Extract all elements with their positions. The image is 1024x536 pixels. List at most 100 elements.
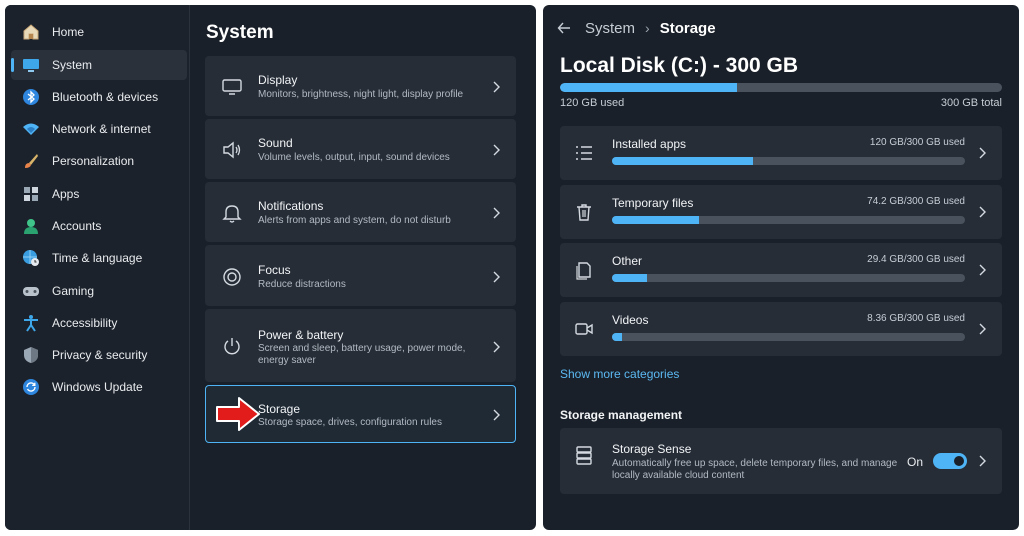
wifi-icon — [22, 120, 40, 138]
storage-sense-toggle[interactable] — [933, 453, 967, 469]
breadcrumb-system[interactable]: System — [585, 20, 635, 37]
page-title: System — [206, 22, 274, 43]
setting-card-power-battery[interactable]: Power & battery Screen and sleep, batter… — [205, 309, 516, 382]
card-title: Display — [258, 73, 298, 87]
apps-icon — [22, 185, 40, 203]
sidebar-item-gaming[interactable]: Gaming — [11, 276, 187, 306]
chevron-right-icon — [491, 341, 501, 353]
storage-sense-title: Storage Sense — [612, 442, 692, 456]
sidebar-item-apps[interactable]: Apps — [11, 179, 187, 209]
chevron-right-icon — [977, 323, 987, 335]
toggle-knob — [954, 456, 964, 466]
category-installed-apps[interactable]: Installed apps 120 GB/300 GB used — [560, 126, 1002, 180]
setting-card-display[interactable]: Display Monitors, brightness, night ligh… — [205, 56, 516, 116]
card-title: Sound — [258, 136, 293, 150]
focus-icon — [220, 265, 244, 289]
person-icon — [22, 217, 40, 235]
sidebar-item-label: Apps — [52, 187, 80, 201]
category-name: Temporary files — [612, 196, 694, 210]
category-usage-bar — [612, 333, 965, 341]
card-title: Focus — [258, 263, 291, 277]
file-icon — [574, 260, 596, 282]
category-usage-bar — [612, 157, 965, 165]
category-name: Installed apps — [612, 137, 687, 151]
sidebar-item-privacy[interactable]: Privacy & security — [11, 340, 187, 370]
chevron-right-icon — [491, 144, 501, 156]
sidebar-item-windows-update[interactable]: Windows Update — [11, 372, 187, 402]
setting-card-notifications[interactable]: Notifications Alerts from apps and syste… — [205, 182, 516, 242]
breadcrumb: System › Storage — [557, 19, 716, 37]
storage-sense-card[interactable]: Storage Sense Automatically free up spac… — [560, 428, 1002, 494]
power-icon — [220, 334, 244, 358]
show-more-categories-link[interactable]: Show more categories — [560, 367, 679, 381]
home-icon — [22, 23, 40, 41]
settings-system-window: Home System Bluetooth & devices Network … — [5, 5, 536, 530]
category-size: 29.4 GB/300 GB used — [867, 254, 965, 265]
chevron-right-icon — [491, 409, 501, 421]
gamepad-icon — [22, 282, 40, 300]
category-usage-bar — [612, 274, 965, 282]
sidebar-item-label: Windows Update — [52, 380, 143, 394]
breadcrumb-separator-icon: › — [645, 20, 650, 36]
category-name: Videos — [612, 313, 649, 327]
disk-usage-fill — [560, 83, 737, 92]
sidebar-item-label: Home — [52, 25, 85, 39]
sidebar-item-label: Personalization — [52, 154, 135, 168]
category-size: 74.2 GB/300 GB used — [867, 196, 965, 207]
storage-settings-window: System › Storage Local Disk (C:) - 300 G… — [543, 5, 1019, 530]
card-description: Volume levels, output, input, sound devi… — [258, 152, 450, 163]
brush-icon — [22, 152, 40, 170]
bluetooth-icon — [22, 88, 40, 106]
storage-drive-icon — [574, 445, 596, 467]
sidebar-item-personalization[interactable]: Personalization — [11, 146, 187, 176]
sidebar-item-accessibility[interactable]: Accessibility — [11, 308, 187, 338]
disk-title: Local Disk (C:) - 300 GB — [560, 54, 799, 77]
shield-icon — [22, 346, 40, 364]
setting-card-sound[interactable]: Sound Volume levels, output, input, soun… — [205, 119, 516, 179]
sidebar-item-bluetooth[interactable]: Bluetooth & devices — [11, 82, 187, 112]
chevron-right-icon — [977, 264, 987, 276]
list-icon — [574, 143, 596, 165]
category-size: 8.36 GB/300 GB used — [867, 313, 965, 324]
card-title: Storage — [258, 402, 301, 416]
storage-management-header: Storage management — [560, 408, 683, 422]
card-description: Reduce distractions — [258, 279, 346, 290]
sidebar-item-label: Accessibility — [52, 316, 118, 330]
sidebar-item-network[interactable]: Network & internet — [11, 114, 187, 144]
setting-card-focus[interactable]: Focus Reduce distractions — [205, 245, 516, 306]
sidebar-item-system[interactable]: System — [11, 50, 187, 80]
disk-usage-bar — [560, 83, 1002, 92]
sidebar-item-accounts[interactable]: Accounts — [11, 211, 187, 241]
category-size: 120 GB/300 GB used — [869, 137, 965, 148]
sidebar-item-label: Time & language — [52, 251, 143, 265]
category-temporary-files[interactable]: Temporary files 74.2 GB/300 GB used — [560, 185, 1002, 239]
card-title: Power & battery — [258, 328, 344, 342]
update-icon — [22, 378, 40, 396]
chevron-right-icon — [977, 147, 987, 159]
card-description: Alerts from apps and system, do not dist… — [258, 215, 451, 226]
category-name: Other — [612, 254, 643, 268]
card-description: Storage space, drives, configuration rul… — [258, 417, 442, 428]
back-arrow-icon[interactable] — [557, 21, 571, 35]
card-title: Notifications — [258, 199, 324, 213]
accessibility-icon — [22, 314, 40, 332]
card-description: Monitors, brightness, night light, displ… — [258, 89, 464, 100]
display-icon — [220, 75, 244, 99]
category-usage-fill — [612, 157, 754, 165]
sidebar-item-label: Network & internet — [52, 122, 151, 136]
chevron-right-icon — [977, 206, 987, 218]
category-videos[interactable]: Videos 8.36 GB/300 GB used — [560, 302, 1002, 356]
breadcrumb-storage: Storage — [659, 19, 716, 37]
trash-icon — [574, 202, 596, 224]
arrow-pointer-icon — [215, 396, 261, 432]
category-usage-fill — [612, 333, 622, 341]
category-usage-bar — [612, 216, 965, 224]
sidebar-item-home[interactable]: Home — [11, 17, 187, 47]
card-description: Screen and sleep, battery usage, power m… — [258, 343, 466, 366]
speaker-icon — [220, 138, 244, 162]
chevron-right-icon — [491, 271, 501, 283]
sidebar-item-time-language[interactable]: Time & language — [11, 243, 187, 273]
category-usage-fill — [612, 274, 647, 282]
category-other[interactable]: Other 29.4 GB/300 GB used — [560, 243, 1002, 297]
storage-sense-description: Automatically free up space, delete temp… — [612, 458, 898, 481]
